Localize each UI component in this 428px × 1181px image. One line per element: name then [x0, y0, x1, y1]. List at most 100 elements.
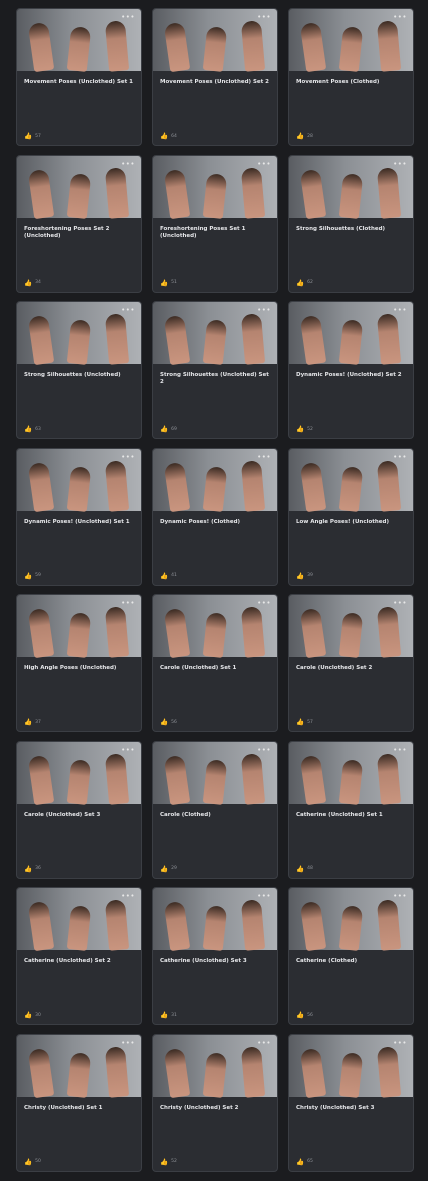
more-icon[interactable]: •••	[121, 1039, 135, 1047]
thumbs-up-icon[interactable]: 👍	[296, 718, 304, 726]
more-icon[interactable]: •••	[393, 893, 407, 900]
pose-set-card[interactable]: ••• Catherine (Unclothed) Set 1 👍 48	[288, 740, 414, 879]
more-icon[interactable]: •••	[393, 14, 407, 21]
pose-set-thumbnail[interactable]: •••	[289, 9, 413, 73]
more-icon[interactable]: •••	[257, 14, 271, 21]
pose-set-thumbnail[interactable]: •••	[153, 1034, 277, 1098]
pose-set-card[interactable]: ••• Dynamic Poses! (Clothed) 👍 41	[152, 447, 278, 586]
pose-set-title[interactable]: Catherine (Unclothed) Set 1	[289, 804, 413, 819]
pose-set-card[interactable]: ••• Strong Silhouettes (Clothed) 👍 62	[288, 154, 414, 293]
pose-set-thumbnail[interactable]: •••	[289, 1034, 413, 1098]
pose-set-title[interactable]: Foreshortening Poses Set 2 (Unclothed)	[17, 218, 141, 240]
thumbs-up-icon[interactable]: 👍	[160, 1158, 168, 1166]
more-icon[interactable]: •••	[121, 160, 135, 168]
pose-set-thumbnail[interactable]: •••	[289, 302, 413, 366]
more-icon[interactable]: •••	[257, 160, 271, 168]
pose-set-title[interactable]: Carole (Unclothed) Set 1	[153, 657, 277, 672]
pose-set-card[interactable]: ••• Christy (Unclothed) Set 1 👍 50	[16, 1033, 142, 1172]
pose-set-title[interactable]: Catherine (Clothed)	[289, 950, 413, 965]
pose-set-thumbnail[interactable]: •••	[289, 595, 413, 659]
pose-set-title[interactable]: Dynamic Poses! (Clothed)	[153, 511, 277, 526]
more-icon[interactable]: •••	[121, 893, 135, 900]
pose-set-thumbnail[interactable]: •••	[17, 741, 141, 805]
more-icon[interactable]: •••	[257, 746, 271, 754]
pose-set-title[interactable]: Low Angle Poses! (Unclothed)	[289, 511, 413, 526]
pose-set-card[interactable]: ••• Catherine (Unclothed) Set 3 👍 31	[152, 887, 278, 1025]
thumbs-up-icon[interactable]: 👍	[160, 425, 168, 433]
pose-set-card[interactable]: ••• Foreshortening Poses Set 2 (Unclothe…	[16, 154, 142, 293]
thumbs-up-icon[interactable]: 👍	[24, 572, 32, 580]
pose-set-card[interactable]: ••• Christy (Unclothed) Set 3 👍 65	[288, 1033, 414, 1172]
more-icon[interactable]: •••	[121, 600, 135, 607]
pose-set-card[interactable]: ••• Movement Poses (Clothed) 👍 28	[288, 8, 414, 146]
more-icon[interactable]: •••	[121, 746, 135, 754]
thumbs-up-icon[interactable]: 👍	[24, 132, 32, 140]
pose-set-card[interactable]: ••• Carole (Unclothed) Set 3 👍 36	[16, 740, 142, 879]
pose-set-thumbnail[interactable]: •••	[17, 888, 141, 952]
pose-set-title[interactable]: Christy (Unclothed) Set 1	[17, 1097, 141, 1112]
pose-set-card[interactable]: ••• Christy (Unclothed) Set 2 👍 52	[152, 1033, 278, 1172]
pose-set-card[interactable]: ••• Movement Poses (Unclothed) Set 1 👍 5…	[16, 8, 142, 146]
pose-set-card[interactable]: ••• Foreshortening Poses Set 1 (Unclothe…	[152, 154, 278, 293]
more-icon[interactable]: •••	[257, 307, 271, 314]
pose-set-thumbnail[interactable]: •••	[289, 155, 413, 219]
more-icon[interactable]: •••	[121, 453, 135, 461]
thumbs-up-icon[interactable]: 👍	[24, 1011, 32, 1019]
thumbs-up-icon[interactable]: 👍	[24, 425, 32, 433]
pose-set-thumbnail[interactable]: •••	[17, 9, 141, 73]
pose-set-card[interactable]: ••• High Angle Poses (Unclothed) 👍 37	[16, 594, 142, 732]
thumbs-up-icon[interactable]: 👍	[296, 279, 304, 287]
thumbs-up-icon[interactable]: 👍	[296, 572, 304, 580]
pose-set-title[interactable]: Movement Poses (Clothed)	[289, 71, 413, 86]
more-icon[interactable]: •••	[257, 453, 271, 461]
pose-set-title[interactable]: Movement Poses (Unclothed) Set 1	[17, 71, 141, 86]
pose-set-card[interactable]: ••• Dynamic Poses! (Unclothed) Set 1 👍 5…	[16, 447, 142, 586]
pose-set-title[interactable]: Carole (Clothed)	[153, 804, 277, 819]
pose-set-title[interactable]: High Angle Poses (Unclothed)	[17, 657, 141, 672]
pose-set-thumbnail[interactable]: •••	[153, 9, 277, 73]
pose-set-card[interactable]: ••• Catherine (Clothed) 👍 56	[288, 887, 414, 1025]
pose-set-thumbnail[interactable]: •••	[17, 155, 141, 219]
pose-set-card[interactable]: ••• Catherine (Unclothed) Set 2 👍 30	[16, 887, 142, 1025]
pose-set-thumbnail[interactable]: •••	[17, 595, 141, 659]
pose-set-title[interactable]: Strong Silhouettes (Unclothed)	[17, 364, 141, 379]
pose-set-title[interactable]: Christy (Unclothed) Set 2	[153, 1097, 277, 1112]
thumbs-up-icon[interactable]: 👍	[296, 132, 304, 140]
thumbs-up-icon[interactable]: 👍	[24, 718, 32, 726]
pose-set-title[interactable]: Christy (Unclothed) Set 3	[289, 1097, 413, 1112]
pose-set-title[interactable]: Catherine (Unclothed) Set 2	[17, 950, 141, 965]
pose-set-card[interactable]: ••• Strong Silhouettes (Unclothed) 👍 63	[16, 301, 142, 439]
pose-set-thumbnail[interactable]: •••	[153, 888, 277, 952]
pose-set-card[interactable]: ••• Dynamic Poses! (Unclothed) Set 2 👍 5…	[288, 301, 414, 439]
pose-set-thumbnail[interactable]: •••	[153, 155, 277, 219]
thumbs-up-icon[interactable]: 👍	[160, 865, 168, 873]
pose-set-card[interactable]: ••• Low Angle Poses! (Unclothed) 👍 39	[288, 447, 414, 586]
thumbs-up-icon[interactable]: 👍	[296, 425, 304, 433]
pose-set-thumbnail[interactable]: •••	[289, 888, 413, 952]
thumbs-up-icon[interactable]: 👍	[160, 572, 168, 580]
pose-set-card[interactable]: ••• Carole (Clothed) 👍 29	[152, 740, 278, 879]
thumbs-up-icon[interactable]: 👍	[160, 132, 168, 140]
thumbs-up-icon[interactable]: 👍	[24, 279, 32, 287]
pose-set-thumbnail[interactable]: •••	[153, 595, 277, 659]
pose-set-title[interactable]: Dynamic Poses! (Unclothed) Set 1	[17, 511, 141, 526]
thumbs-up-icon[interactable]: 👍	[24, 865, 32, 873]
more-icon[interactable]: •••	[393, 746, 407, 754]
thumbs-up-icon[interactable]: 👍	[160, 1011, 168, 1019]
thumbs-up-icon[interactable]: 👍	[296, 1011, 304, 1019]
more-icon[interactable]: •••	[393, 453, 407, 461]
pose-set-thumbnail[interactable]: •••	[153, 302, 277, 366]
pose-set-title[interactable]: Dynamic Poses! (Unclothed) Set 2	[289, 364, 413, 379]
more-icon[interactable]: •••	[393, 307, 407, 314]
more-icon[interactable]: •••	[121, 14, 135, 21]
pose-set-card[interactable]: ••• Carole (Unclothed) Set 1 👍 56	[152, 594, 278, 732]
thumbs-up-icon[interactable]: 👍	[24, 1158, 32, 1166]
pose-set-thumbnail[interactable]: •••	[153, 741, 277, 805]
thumbs-up-icon[interactable]: 👍	[296, 1158, 304, 1166]
pose-set-thumbnail[interactable]: •••	[17, 448, 141, 512]
pose-set-title[interactable]: Carole (Unclothed) Set 3	[17, 804, 141, 819]
pose-set-title[interactable]: Foreshortening Poses Set 1 (Unclothed)	[153, 218, 277, 240]
pose-set-thumbnail[interactable]: •••	[289, 448, 413, 512]
pose-set-thumbnail[interactable]: •••	[153, 448, 277, 512]
more-icon[interactable]: •••	[257, 600, 271, 607]
